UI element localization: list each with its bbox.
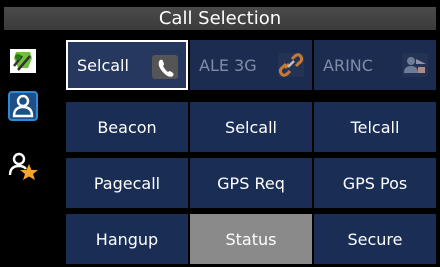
- tab-label: ALE 3G: [199, 55, 257, 75]
- tab-selcall[interactable]: Selcall: [66, 40, 188, 90]
- sidebar: [4, 36, 62, 263]
- favorite-user-icon: [8, 152, 38, 180]
- gps-pos-button[interactable]: GPS Pos: [314, 158, 436, 208]
- tab-label: ARINC: [323, 55, 373, 75]
- handset-icon: [152, 55, 178, 79]
- tab-ale3g[interactable]: ALE 3G: [190, 40, 312, 90]
- sidebar-item-user[interactable]: [8, 91, 38, 121]
- button-label: Pagecall: [93, 173, 161, 193]
- single-user-icon: [8, 91, 38, 121]
- page-title: Call Selection: [158, 8, 282, 29]
- button-label: GPS Req: [217, 173, 285, 193]
- button-label: Beacon: [97, 117, 157, 137]
- telcall-button[interactable]: Telcall: [314, 102, 436, 152]
- button-label: Status: [225, 229, 277, 249]
- sidebar-item-favorites[interactable]: [8, 151, 38, 181]
- link-icon: [278, 53, 304, 77]
- tab-label: Selcall: [77, 55, 129, 75]
- button-label: Secure: [347, 229, 403, 249]
- network-call-icon: [10, 49, 36, 73]
- beacon-button[interactable]: Beacon: [66, 102, 188, 152]
- tab-arinc[interactable]: ARINC: [314, 40, 436, 90]
- gps-req-button[interactable]: GPS Req: [190, 158, 312, 208]
- sidebar-item-network[interactable]: [8, 46, 38, 76]
- arinc-icon: [402, 53, 428, 77]
- title-bar: Call Selection: [4, 7, 436, 30]
- call-grid: Selcall ALE 3G ARINC Beacon Selcall Telc…: [66, 40, 436, 265]
- button-label: Telcall: [350, 117, 400, 137]
- pagecall-button[interactable]: Pagecall: [66, 158, 188, 208]
- button-label: Hangup: [95, 229, 159, 249]
- button-label: GPS Pos: [342, 173, 408, 193]
- status-button[interactable]: Status: [190, 214, 312, 264]
- secure-button[interactable]: Secure: [314, 214, 436, 264]
- hangup-button[interactable]: Hangup: [66, 214, 188, 264]
- selcall-button[interactable]: Selcall: [190, 102, 312, 152]
- button-label: Selcall: [225, 117, 277, 137]
